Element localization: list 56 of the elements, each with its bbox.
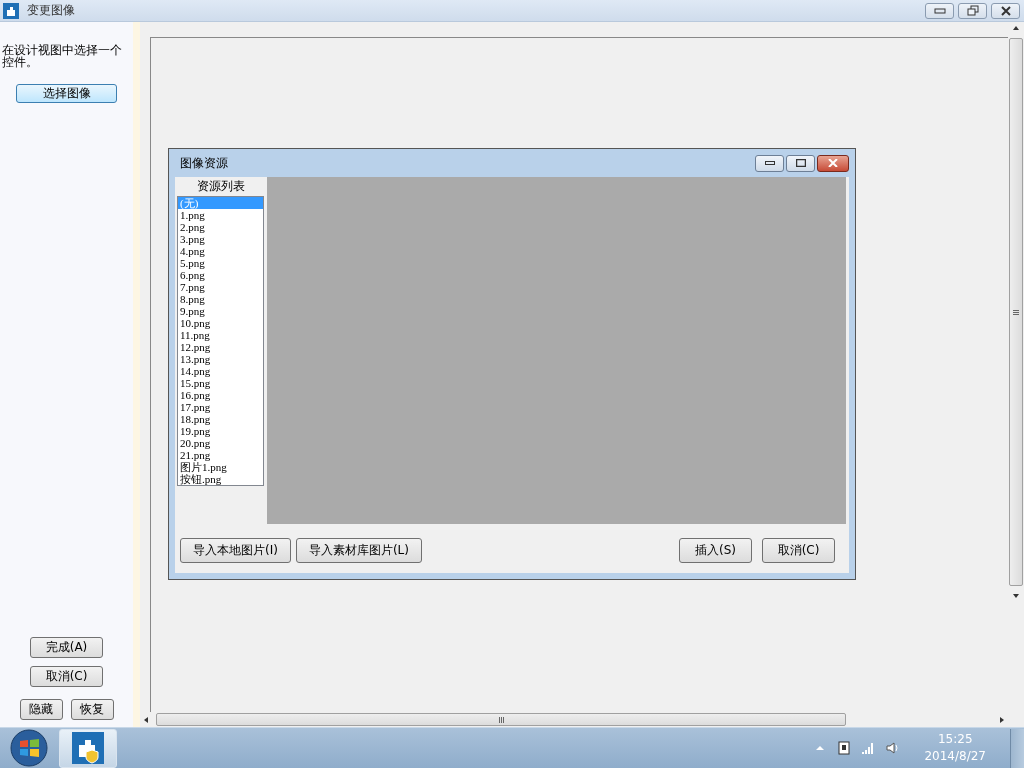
sidebar-button[interactable]: 取消(C) bbox=[30, 666, 103, 687]
start-button[interactable] bbox=[8, 729, 50, 767]
import-button[interactable]: 导入本地图片(I) bbox=[180, 538, 291, 563]
list-item[interactable]: 12.png bbox=[178, 341, 263, 353]
grip-icon bbox=[498, 716, 504, 723]
import-button[interactable]: 导入素材库图片(L) bbox=[295, 538, 422, 563]
list-item[interactable]: 4.png bbox=[178, 245, 263, 257]
instruction-text: 在设计视图中选择一个控件。 bbox=[1, 44, 123, 68]
list-item[interactable]: 10.png bbox=[178, 317, 263, 329]
window-title: 变更图像 bbox=[27, 2, 76, 19]
clock-time: 15:25 bbox=[937, 731, 973, 748]
select-image-button[interactable]: 选择图像 bbox=[16, 84, 117, 103]
minimize-icon bbox=[933, 7, 946, 14]
list-item[interactable]: 8.png bbox=[178, 293, 263, 305]
list-item[interactable]: 11.png bbox=[178, 329, 263, 341]
list-item[interactable]: 13.png bbox=[178, 353, 263, 365]
sidebar-button[interactable]: 恢复 bbox=[70, 699, 114, 720]
list-item[interactable]: 按钮.png bbox=[178, 473, 263, 485]
list-item[interactable]: 1.png bbox=[178, 209, 263, 221]
list-item[interactable]: 14.png bbox=[178, 365, 263, 377]
close-icon bbox=[999, 5, 1012, 16]
close-icon bbox=[828, 159, 838, 167]
dialog-button[interactable]: 取消(C) bbox=[762, 538, 835, 563]
resource-list[interactable]: (无) 1.png 2.png 3.png 4.png 5.png 6.png 7.png 8.png 9.png 10.png 11.png 12.png 13.png 14.png 15.png 16.png 17.png 18.png 19.png 20.png 21.png 图片1.png 按钮.png bbox=[177, 196, 264, 486]
app-icon bbox=[3, 2, 19, 19]
close-button[interactable] bbox=[991, 2, 1020, 19]
grip-icon bbox=[1013, 309, 1019, 315]
list-item[interactable]: 7.png bbox=[178, 281, 263, 293]
list-item[interactable]: 3.png bbox=[178, 233, 263, 245]
list-item[interactable]: 2.png bbox=[178, 221, 263, 233]
list-item[interactable]: 图片1.png bbox=[178, 461, 263, 473]
restore-button[interactable] bbox=[958, 2, 987, 19]
volume-icon[interactable] bbox=[884, 740, 901, 756]
maximize-button[interactable] bbox=[786, 154, 815, 172]
clock-date: 2014/8/27 bbox=[924, 748, 986, 765]
list-item[interactable]: 9.png bbox=[178, 305, 263, 317]
minimize-icon bbox=[764, 161, 775, 165]
minimize-button[interactable] bbox=[755, 154, 784, 172]
sidebar-button[interactable]: 完成(A) bbox=[30, 637, 103, 658]
taskbar-app-button[interactable] bbox=[59, 728, 117, 768]
close-button[interactable] bbox=[817, 154, 849, 172]
list-item[interactable]: 17.png bbox=[178, 401, 263, 413]
list-item[interactable]: 5.png bbox=[178, 257, 263, 269]
list-item[interactable]: 20.png bbox=[178, 437, 263, 449]
list-item[interactable]: 19.png bbox=[178, 425, 263, 437]
dialog-title: 图像资源 bbox=[179, 154, 229, 172]
list-item[interactable]: 18.png bbox=[178, 413, 263, 425]
list-item[interactable]: 6.png bbox=[178, 269, 263, 281]
restore-icon bbox=[966, 5, 979, 16]
dialog-button[interactable]: 插入(S) bbox=[679, 538, 752, 563]
maximize-icon bbox=[795, 159, 806, 167]
list-title: 资源列表 bbox=[197, 178, 245, 195]
sidebar-button[interactable]: 隐藏 bbox=[19, 699, 63, 720]
list-item[interactable]: 16.png bbox=[178, 389, 263, 401]
list-item[interactable]: 21.png bbox=[178, 449, 263, 461]
list-item[interactable]: 15.png bbox=[178, 377, 263, 389]
